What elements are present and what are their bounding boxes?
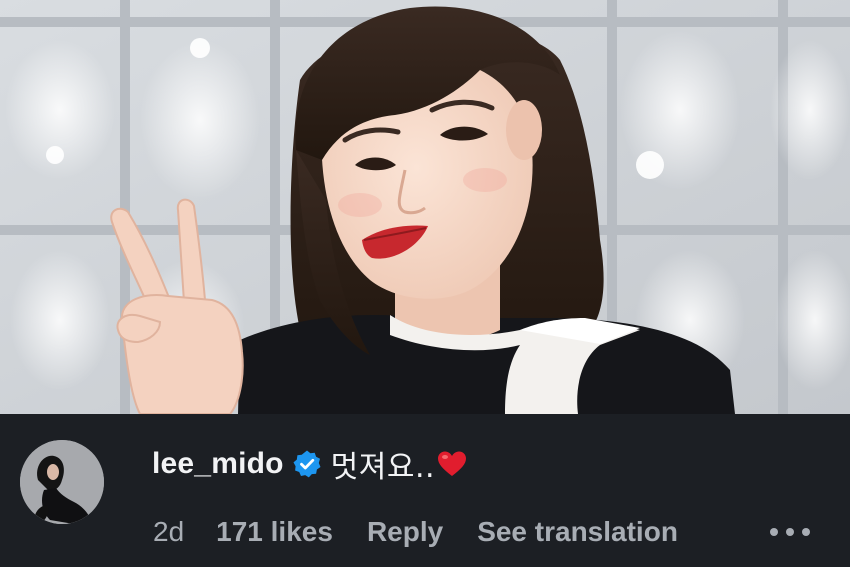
comment-screenshot: lee_mido 멋져요.. 2d 171 likes Reply See tr… — [0, 0, 850, 567]
comment-time: 2d — [153, 516, 185, 547]
see-translation-button[interactable]: See translation — [477, 516, 678, 548]
post-photo — [0, 0, 850, 414]
username[interactable]: lee_mido — [152, 447, 284, 481]
comment-content: lee_mido 멋져요.. — [152, 444, 467, 485]
red-heart-emoji — [437, 450, 467, 478]
verified-badge-icon — [292, 449, 322, 479]
likes-count[interactable]: 171 likes — [216, 516, 333, 548]
comment-text: 멋져요.. — [330, 450, 436, 485]
reply-button[interactable]: Reply — [367, 516, 443, 548]
comment-meta: 2d 171 likes Reply See translation — [153, 514, 678, 550]
comment-row: lee_mido 멋져요.. 2d 171 likes Reply See tr… — [0, 414, 850, 567]
more-options-icon[interactable] — [766, 522, 814, 542]
avatar[interactable] — [20, 440, 104, 524]
